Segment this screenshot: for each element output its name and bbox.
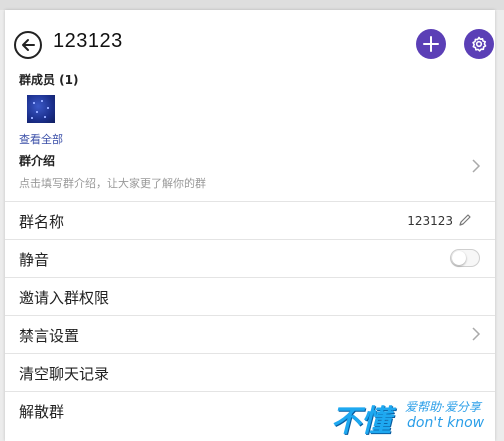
watermark-subtext: don't know: [407, 415, 485, 431]
settings-button[interactable]: [464, 29, 494, 59]
members-section-title: 群成员 (1): [19, 73, 79, 87]
view-all-members-link[interactable]: 查看全部: [19, 131, 63, 147]
browser-top-strip: [0, 0, 504, 10]
page-title: 123123: [53, 30, 123, 52]
group-intro-title: 群介绍: [19, 154, 56, 168]
invite-permission-row[interactable]: 邀请入群权限: [5, 277, 495, 315]
back-button[interactable]: [14, 31, 42, 59]
clear-history-label: 清空聊天记录: [19, 365, 110, 383]
chevron-right-icon: [472, 159, 481, 173]
toggle-knob: [452, 251, 466, 265]
group-name-label: 群名称: [19, 213, 65, 231]
gear-icon: [472, 36, 487, 52]
invite-permission-label: 邀请入群权限: [19, 289, 110, 307]
group-settings-panel: 123123 群成员 (1) 查看全部 群介绍 点击填写群介绍，让大家更了解你的…: [5, 10, 495, 441]
ban-settings-label: 禁言设置: [19, 327, 80, 345]
group-name-value: 123123: [407, 214, 453, 228]
group-intro-row[interactable]: 群介绍 点击填写群介绍，让大家更了解你的群: [5, 149, 495, 201]
clear-history-row[interactable]: 清空聊天记录: [5, 353, 495, 391]
mute-label: 静音: [19, 251, 50, 269]
member-avatar[interactable]: [27, 95, 55, 123]
back-arrow-icon: [22, 39, 35, 51]
watermark-main-text: 不懂: [331, 404, 391, 439]
pencil-edit-icon[interactable]: [458, 213, 472, 227]
group-name-row[interactable]: 群名称 123123: [5, 201, 495, 239]
chevron-right-icon: [472, 327, 481, 341]
add-member-button[interactable]: [416, 29, 446, 59]
watermark-slogan: 爱帮助·爱分享: [405, 400, 481, 414]
mute-row: 静音: [5, 239, 495, 277]
plus-icon: [423, 36, 439, 52]
group-intro-placeholder: 点击填写群介绍，让大家更了解你的群: [19, 177, 206, 190]
ban-settings-row[interactable]: 禁言设置: [5, 315, 495, 353]
watermark-logo: 不懂 爱帮助·爱分享 don't know: [325, 395, 500, 439]
mute-toggle[interactable]: [450, 249, 480, 267]
dissolve-group-label: 解散群: [19, 403, 65, 421]
